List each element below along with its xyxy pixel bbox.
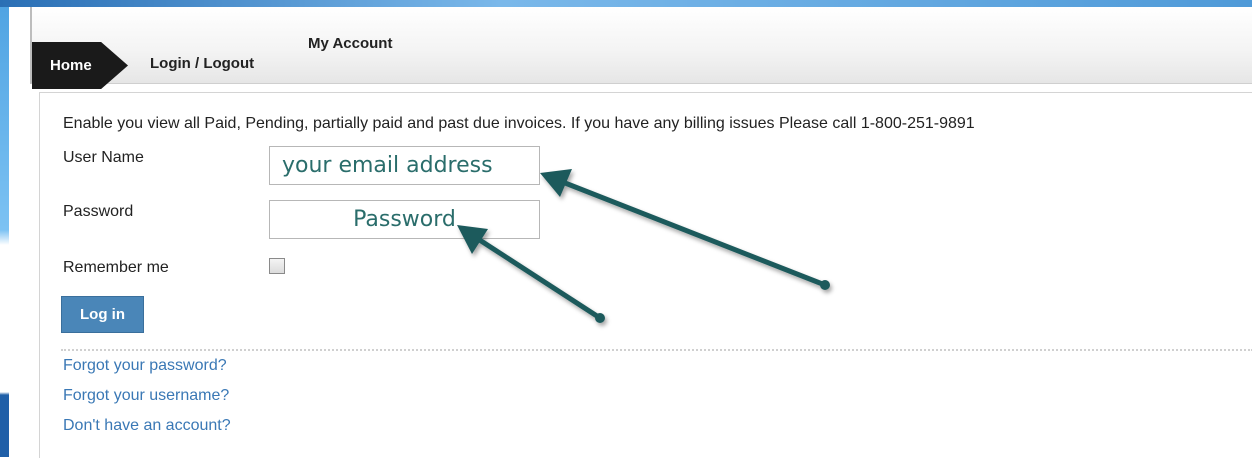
login-panel: Enable you view all Paid, Pending, parti… (39, 92, 1252, 458)
dotted-divider (61, 349, 1252, 351)
password-input[interactable] (269, 200, 540, 239)
nav-my-account[interactable]: My Account (308, 35, 392, 52)
header-stripe (0, 0, 1252, 7)
no-account-link[interactable]: Don't have an account? (63, 417, 231, 435)
nav-bar: Home Login / Logout My Account (30, 7, 1252, 89)
home-tab-label[interactable]: Home (50, 57, 92, 74)
forgot-username-link[interactable]: Forgot your username? (63, 387, 229, 405)
browser-left-edge (0, 0, 9, 457)
password-label: Password (63, 203, 134, 220)
remember-me-checkbox[interactable] (269, 258, 285, 274)
forgot-password-link[interactable]: Forgot your password? (63, 357, 227, 375)
username-label: User Name (63, 149, 144, 166)
nav-login-logout[interactable]: Login / Logout (150, 55, 254, 72)
remember-me-label: Remember me (63, 259, 169, 276)
login-button[interactable]: Log in (61, 296, 144, 333)
username-input[interactable] (269, 146, 540, 185)
intro-text: Enable you view all Paid, Pending, parti… (63, 115, 975, 132)
